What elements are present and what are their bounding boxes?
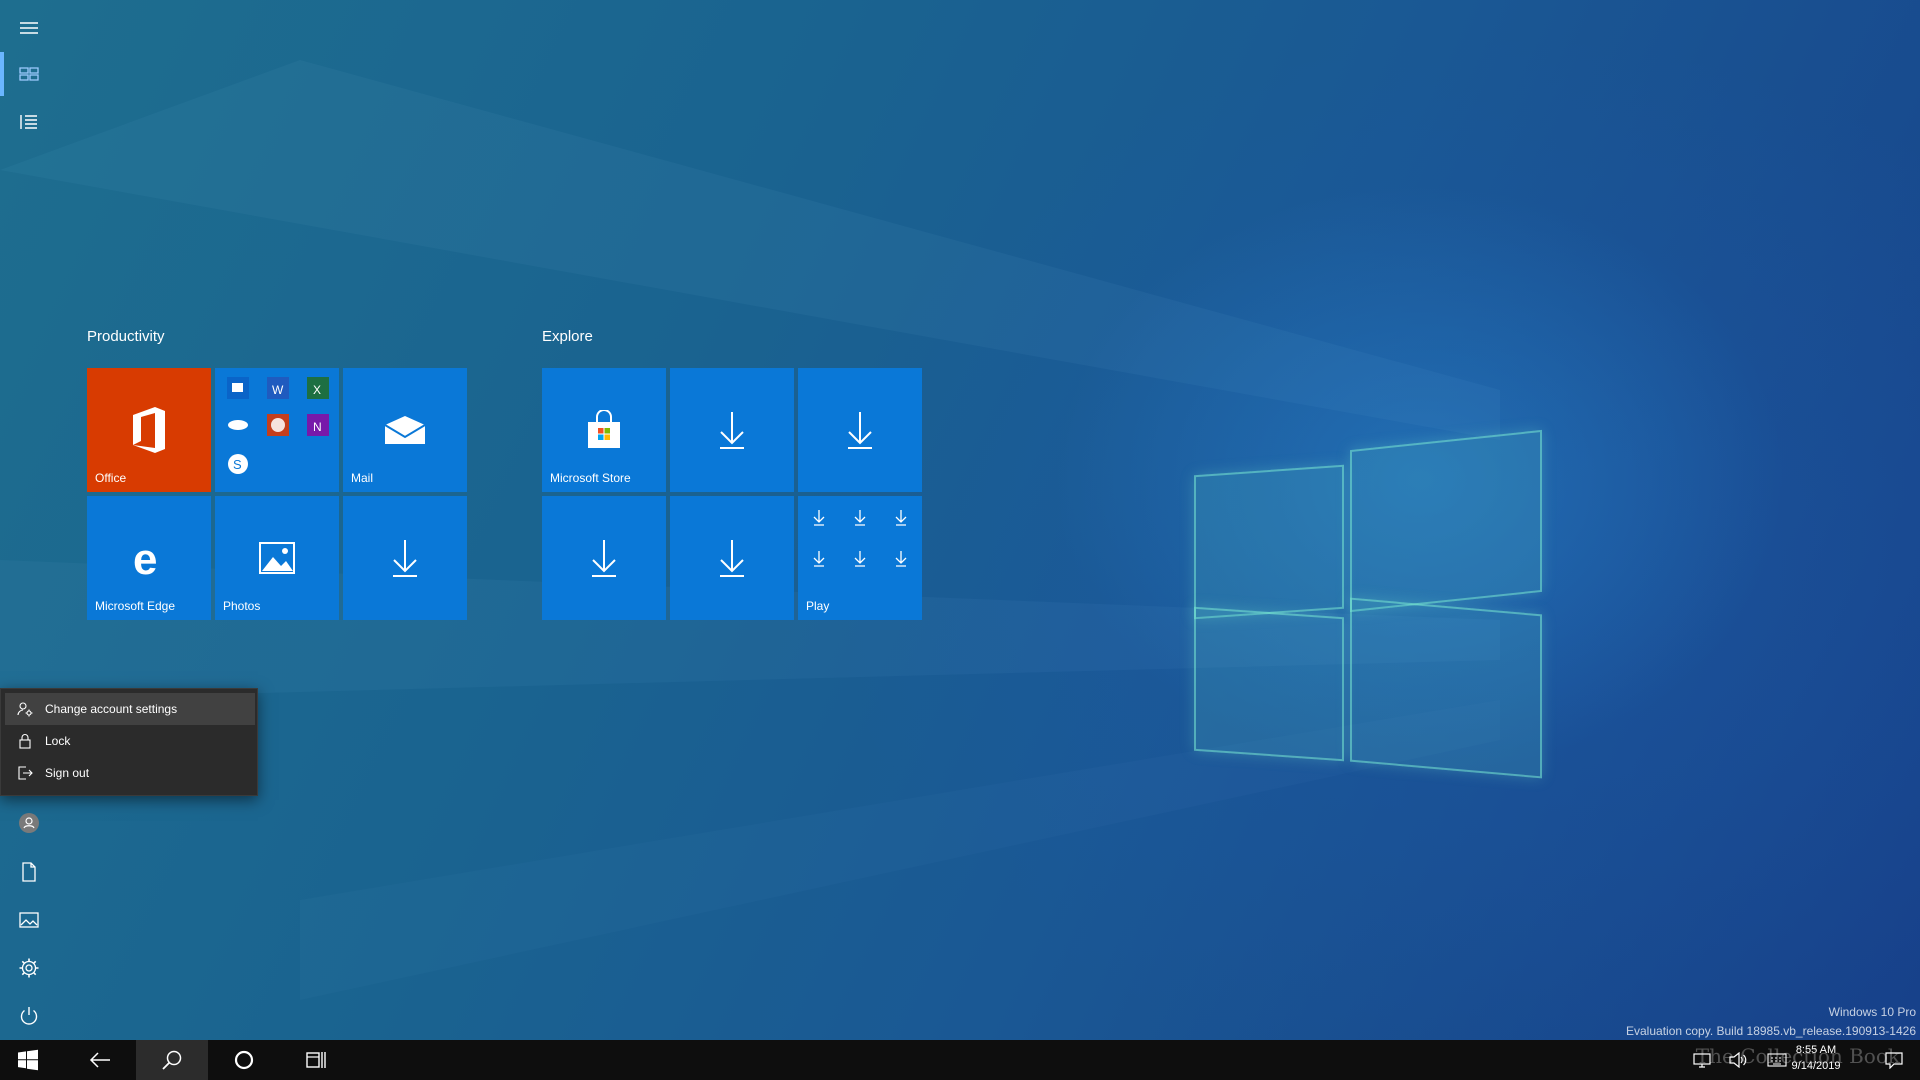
documents-button[interactable] [0,848,58,896]
menu-item-label: Sign out [45,766,90,780]
tile-photos[interactable]: Photos [215,496,339,620]
tile-label: Photos [223,599,261,613]
power-button[interactable] [0,992,58,1040]
photos-icon [259,542,295,574]
start-button[interactable] [0,1040,56,1080]
brand-watermark: The Collection Book [1695,1044,1900,1068]
tile-label: Mail [351,471,374,485]
settings-button[interactable] [0,944,58,992]
start-rail [0,0,58,1040]
tile-download-pending[interactable] [670,496,794,620]
download-icon [393,540,417,577]
download-icon [720,540,744,577]
all-apps-button[interactable] [0,98,58,146]
svg-text:N: N [313,420,322,434]
sign-out-icon [18,766,33,780]
download-icon [848,412,872,449]
lock-icon [19,734,31,749]
task-view-button[interactable] [280,1040,352,1080]
tile-microsoft-edge[interactable]: e Microsoft Edge [87,496,211,620]
search-icon [162,1050,182,1070]
pinned-tiles-button[interactable] [0,50,58,98]
pictures-icon [19,912,39,928]
svg-text:S: S [233,457,242,472]
mail-icon [384,416,426,444]
wallpaper-windows-logo [1190,420,1550,780]
tile-download-pending[interactable] [798,368,922,492]
hamburger-icon [20,22,38,34]
gear-icon [19,958,39,978]
menu-item-label: Change account settings [45,702,178,716]
start-icon [18,1049,38,1071]
group-title-explore[interactable]: Explore [542,328,593,345]
store-icon [588,410,620,448]
tile-label: Office [95,471,127,485]
sign-out-item[interactable]: Sign out [5,757,255,789]
tile-microsoft-store[interactable]: Microsoft Store [542,368,666,492]
office-apps-folder-icon: W X N S [227,377,329,474]
account-menu: Change account settings Lock Sign out [0,688,258,796]
tile-office-apps-folder[interactable]: W X N S [215,368,339,492]
tiles-icon [19,67,39,81]
menu-item-label: Lock [45,734,71,748]
tile-label: Microsoft Edge [95,599,176,613]
tile-office[interactable]: Office [87,368,211,492]
group-title-productivity[interactable]: Productivity [87,328,165,345]
tile-label: Microsoft Store [550,471,631,485]
account-button[interactable] [0,799,58,847]
tile-download-pending[interactable] [670,368,794,492]
account-settings-icon [17,702,33,717]
list-icon [20,115,37,129]
tile-play-folder[interactable]: Play [798,496,922,620]
user-icon [19,813,39,833]
power-icon [20,1007,38,1025]
edge-icon: e [133,538,157,578]
tile-download-pending[interactable] [343,496,467,620]
edition-watermark: Windows 10 Pro [1828,1005,1916,1019]
taskbar: 8:55 AM 9/14/2019 [0,1040,1920,1080]
task-view-icon [306,1052,326,1068]
cortana-button[interactable] [208,1040,280,1080]
build-watermark: Evaluation copy. Build 18985.vb_release.… [1626,1024,1916,1038]
svg-text:X: X [313,383,321,397]
download-icon [592,540,616,577]
tile-download-pending[interactable] [542,496,666,620]
document-icon [22,862,36,882]
back-button[interactable] [64,1040,136,1080]
change-account-settings-item[interactable]: Change account settings [5,693,255,725]
back-icon [89,1052,110,1068]
download-icon [720,412,744,449]
lock-item[interactable]: Lock [5,725,255,757]
expand-button[interactable] [0,4,58,52]
svg-text:e: e [133,538,157,578]
office-icon [133,407,165,453]
search-button[interactable] [136,1040,208,1080]
tile-mail[interactable]: Mail [343,368,467,492]
cortana-icon [234,1050,254,1070]
pictures-button[interactable] [0,896,58,944]
tile-label: Play [806,599,830,613]
svg-text:W: W [272,383,284,397]
